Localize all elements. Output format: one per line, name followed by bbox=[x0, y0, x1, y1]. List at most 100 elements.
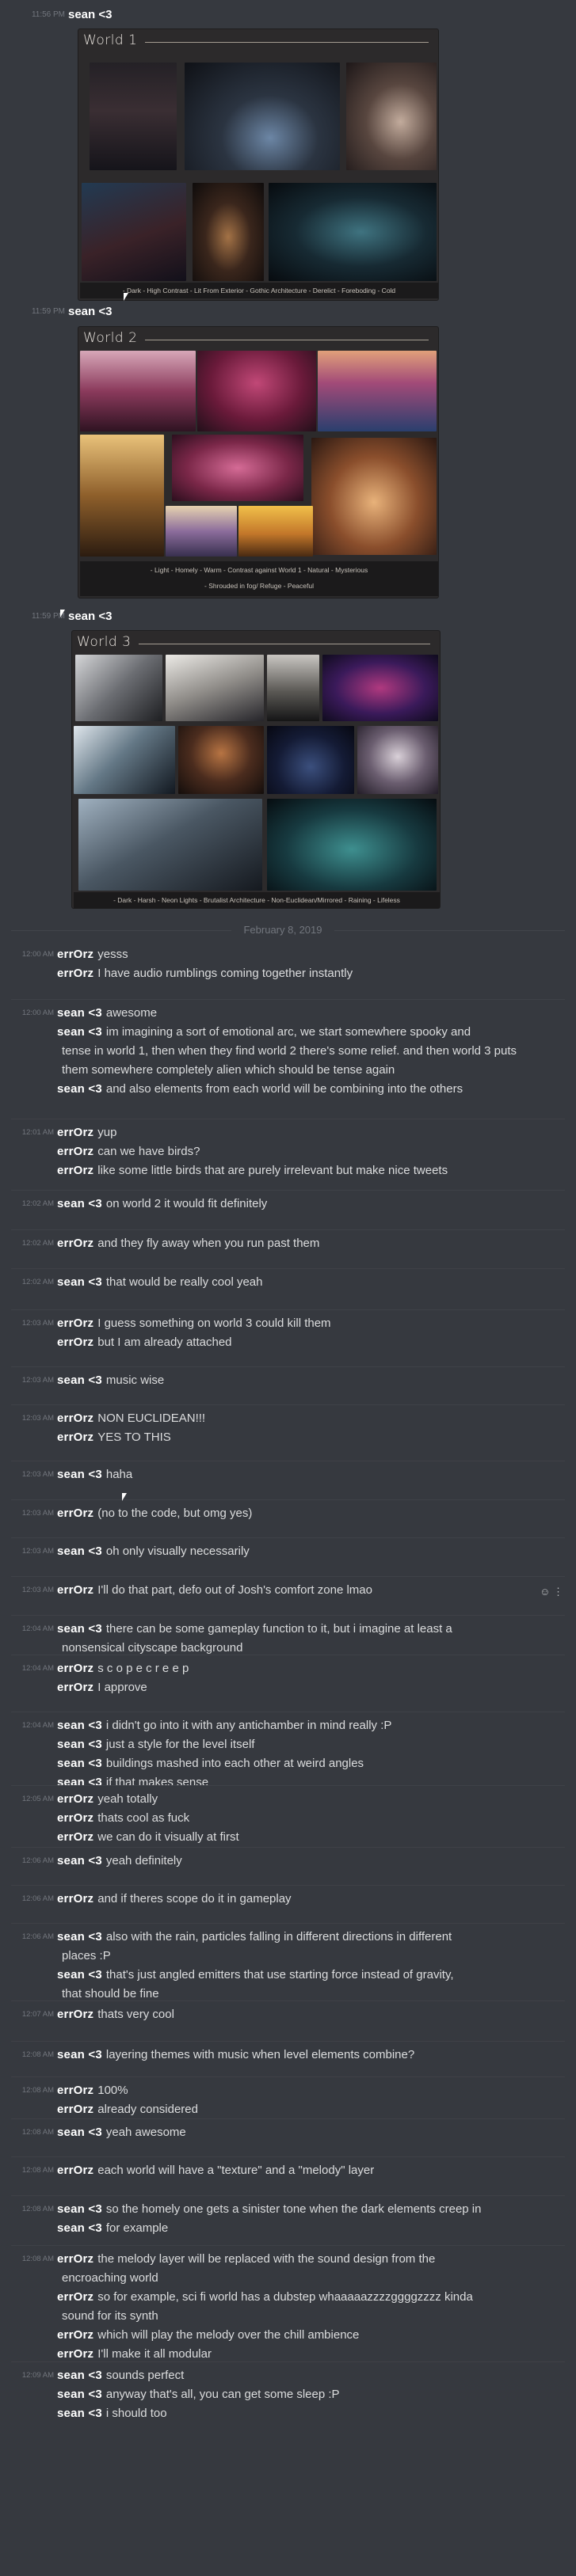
message-line[interactable]: 12:06 AM sean <3 yeah definitely bbox=[0, 1854, 576, 1867]
message-line[interactable]: errOrz so for example, sci fi world has a… bbox=[0, 2290, 576, 2304]
author-name[interactable]: sean <3 bbox=[57, 2048, 102, 2061]
author-name[interactable]: sean <3 bbox=[57, 1373, 102, 1387]
author-name[interactable]: errOrz bbox=[57, 2008, 93, 2021]
message-line[interactable]: errOrz already considered bbox=[0, 2103, 576, 2116]
message-line[interactable]: sean <3 im imagining a sort of emotional … bbox=[0, 1025, 576, 1039]
message-line[interactable]: 12:05 AM errOrz yeah totally bbox=[0, 1792, 576, 1806]
author-name[interactable]: errOrz bbox=[57, 1681, 93, 1694]
message-line[interactable]: 12:00 AM sean <3 awesome bbox=[0, 1006, 576, 1020]
message-line[interactable]: sean <3 i should too bbox=[0, 2407, 576, 2420]
author-name[interactable]: sean <3 bbox=[57, 2407, 102, 2420]
message-line[interactable]: 12:01 AM errOrz yup bbox=[0, 1126, 576, 1139]
message-line[interactable]: errOrz like some little birds that are pu… bbox=[0, 1164, 576, 1177]
author-name[interactable]: sean <3 bbox=[57, 2369, 102, 2382]
world-moodboard-3[interactable]: World 3 - Dark - Harsh - Neon Lights - B… bbox=[71, 630, 441, 909]
message-line[interactable]: 12:02 AM sean <3 on world 2 it would fit d… bbox=[0, 1197, 576, 1210]
message-line[interactable]: 12:03 AM errOrz (no to the code, but omg y… bbox=[0, 1506, 576, 1520]
message-line[interactable]: 12:03 AM errOrz I'll do that part, defo ou… bbox=[0, 1583, 576, 1597]
message-line[interactable]: errOrz I approve bbox=[0, 1681, 576, 1694]
author-name[interactable]: sean <3 bbox=[57, 1025, 102, 1039]
author-name[interactable]: errOrz bbox=[57, 2252, 93, 2266]
author-name[interactable]: sean <3 bbox=[57, 1006, 102, 1020]
message-line[interactable]: places :P bbox=[0, 1949, 576, 1962]
author-name[interactable]: sean <3 bbox=[68, 305, 112, 318]
author-name[interactable]: sean <3 bbox=[57, 1544, 102, 1558]
message-line[interactable]: 12:04 AM sean <3 i didn't go into it with … bbox=[0, 1719, 576, 1732]
message-line[interactable]: 12:08 AM sean <3 so the homely one gets a … bbox=[0, 2202, 576, 2216]
author-name[interactable]: errOrz bbox=[57, 967, 93, 980]
message-line[interactable]: that should be fine bbox=[0, 1987, 576, 2000]
message-line[interactable]: sean <3 buildings mashed into each other … bbox=[0, 1757, 576, 1770]
message-line[interactable]: 12:08 AM errOrz 100% bbox=[0, 2084, 576, 2097]
add-reaction-icon[interactable]: ☺ ⋮ bbox=[540, 1586, 563, 1598]
author-name[interactable]: sean <3 bbox=[57, 2202, 102, 2216]
author-name[interactable]: errOrz bbox=[57, 1583, 93, 1597]
author-name[interactable]: errOrz bbox=[57, 2328, 93, 2342]
message-line[interactable]: sean <3 that's just angled emitters that … bbox=[0, 1968, 576, 1981]
author-name[interactable]: sean <3 bbox=[57, 1968, 102, 1981]
message-line[interactable]: errOrz YES TO THIS bbox=[0, 1430, 576, 1444]
author-name[interactable]: sean <3 bbox=[57, 2126, 102, 2139]
message-line[interactable]: nonsensical cityscape background bbox=[0, 1641, 576, 1655]
message-line[interactable]: 12:03 AM sean <3 oh only visually necessar… bbox=[0, 1544, 576, 1558]
message-line[interactable]: 12:06 AM errOrz and if theres scope do it … bbox=[0, 1892, 576, 1905]
message-line[interactable]: errOrz thats cool as fuck bbox=[0, 1811, 576, 1825]
author-name[interactable]: errOrz bbox=[57, 1316, 93, 1330]
message-line[interactable]: 12:00 AM errOrz yesss bbox=[0, 948, 576, 961]
message-line[interactable]: 12:08 AM sean <3 layering themes with musi… bbox=[0, 2048, 576, 2061]
author-name[interactable]: errOrz bbox=[57, 2290, 93, 2304]
author-name[interactable]: sean <3 bbox=[57, 1930, 102, 1943]
author-name[interactable]: sean <3 bbox=[57, 1776, 102, 1789]
author-name[interactable]: errOrz bbox=[57, 2347, 93, 2361]
author-name[interactable]: errOrz bbox=[57, 1237, 93, 1250]
author-name[interactable]: errOrz bbox=[57, 1411, 93, 1425]
author-name[interactable]: errOrz bbox=[57, 2103, 93, 2116]
message-line[interactable]: errOrz we can do it visually at first bbox=[0, 1830, 576, 1844]
message-line[interactable]: encroaching world bbox=[0, 2271, 576, 2285]
message-line[interactable]: errOrz can we have birds? bbox=[0, 1145, 576, 1158]
message-line[interactable]: errOrz I'll make it all modular bbox=[0, 2347, 576, 2361]
author-name[interactable]: sean <3 bbox=[57, 2221, 102, 2235]
author-name[interactable]: errOrz bbox=[57, 1164, 93, 1177]
author-name[interactable]: sean <3 bbox=[68, 610, 112, 623]
message-line[interactable]: 12:09 AM sean <3 sounds perfect bbox=[0, 2369, 576, 2382]
author-name[interactable]: errOrz bbox=[57, 2164, 93, 2177]
message-line[interactable]: 12:02 AM sean <3 that would be really cool… bbox=[0, 1275, 576, 1289]
message-line[interactable]: 12:02 AM errOrz and they fly away when you… bbox=[0, 1237, 576, 1250]
message-line[interactable]: 12:03 AM errOrz NON EUCLIDEAN!!! bbox=[0, 1411, 576, 1425]
author-name[interactable]: sean <3 bbox=[57, 1197, 102, 1210]
author-name[interactable]: errOrz bbox=[57, 1430, 93, 1444]
message-line[interactable]: 12:03 AM errOrz I guess something on world… bbox=[0, 1316, 576, 1330]
author-name[interactable]: errOrz bbox=[57, 1792, 93, 1806]
message-line[interactable]: errOrz but I am already attached bbox=[0, 1335, 576, 1349]
author-name[interactable]: errOrz bbox=[57, 2084, 93, 2097]
author-name[interactable]: errOrz bbox=[57, 1892, 93, 1905]
world-moodboard-2[interactable]: World 2 - Light - Homely - Warm - Contra… bbox=[78, 326, 439, 598]
message-line[interactable]: 12:08 AM sean <3 yeah awesome bbox=[0, 2126, 576, 2139]
author-name[interactable]: errOrz bbox=[57, 1811, 93, 1825]
author-name[interactable]: errOrz bbox=[57, 1662, 93, 1675]
message-line[interactable]: errOrz I have audio rumblings coming toge… bbox=[0, 967, 576, 980]
author-name[interactable]: errOrz bbox=[57, 1335, 93, 1349]
author-name[interactable]: sean <3 bbox=[57, 1622, 102, 1636]
message-line[interactable]: errOrz which will play the melody over th… bbox=[0, 2328, 576, 2342]
author-name[interactable]: errOrz bbox=[57, 1506, 93, 1520]
author-name[interactable]: sean <3 bbox=[57, 1468, 102, 1481]
author-name[interactable]: sean <3 bbox=[57, 1757, 102, 1770]
author-name[interactable]: errOrz bbox=[57, 1145, 93, 1158]
message-line[interactable]: 12:06 AM sean <3 also with the rain, parti… bbox=[0, 1930, 576, 1943]
author-name[interactable]: sean <3 bbox=[57, 1275, 102, 1289]
author-name[interactable]: sean <3 bbox=[57, 1082, 102, 1096]
message-line[interactable]: sean <3 anyway that's all, you can get so… bbox=[0, 2388, 576, 2401]
author-name[interactable]: errOrz bbox=[57, 948, 93, 961]
author-name[interactable]: sean <3 bbox=[57, 2388, 102, 2401]
message-line[interactable]: 12:04 AM errOrz s c o p e c r e e p bbox=[0, 1662, 576, 1675]
message-line[interactable]: 12:03 AM sean <3 haha bbox=[0, 1468, 576, 1481]
message-line[interactable]: tense in world 1, then when they find wo… bbox=[0, 1044, 576, 1058]
message-line[interactable]: sean <3 for example bbox=[0, 2221, 576, 2235]
message-line[interactable]: 12:08 AM errOrz each world will have a "te… bbox=[0, 2164, 576, 2177]
author-name[interactable]: sean <3 bbox=[57, 1738, 102, 1751]
message-line[interactable]: 12:08 AM errOrz the melody layer will be r… bbox=[0, 2252, 576, 2266]
message-line[interactable]: sean <3 and also elements from each world… bbox=[0, 1082, 576, 1096]
world-moodboard-1[interactable]: World 1 - Dark - High Contrast - Lit Fro… bbox=[78, 28, 439, 301]
